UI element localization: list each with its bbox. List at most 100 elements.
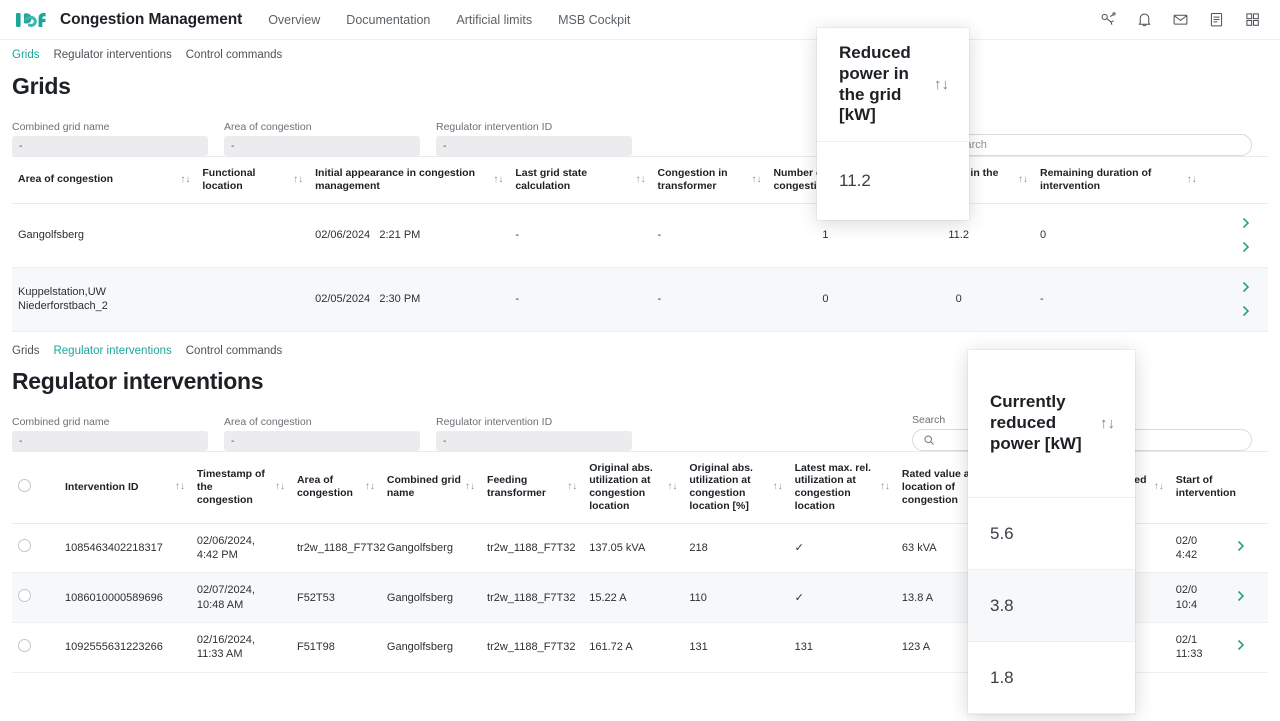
sort-icon[interactable]: ↑↓ — [1100, 416, 1115, 431]
popup-header[interactable]: Reduced power in the grid [kW] ↑↓ — [817, 28, 969, 142]
subtab2-control-commands[interactable]: Control commands — [186, 345, 283, 357]
cell-combined-grid-name: Gangolfsberg — [380, 572, 482, 623]
cell-timestamp: 02/16/2024, 11:33 AM — [190, 622, 291, 673]
filter-input-regulator-intervention-id[interactable]: - — [436, 136, 632, 156]
grids-section: Grids Combined grid name - Area of conge… — [0, 73, 1280, 332]
column-zoom-popup-reduced-power[interactable]: Reduced power in the grid [kW] ↑↓ 11.2 — [817, 28, 969, 220]
col-area-of-congestion[interactable]: Area of congestion ↑↓ — [12, 156, 197, 204]
col-start-of-intervention[interactable]: Start of intervention — [1169, 450, 1236, 524]
sort-icon[interactable]: ↑↓ — [365, 482, 375, 492]
col-feeding-transformer[interactable]: Feeding transformer ↑↓ — [481, 450, 584, 524]
sort-icon[interactable]: ↑↓ — [934, 77, 949, 92]
cell-row-action[interactable] — [1229, 622, 1268, 673]
filter-combined-grid-name: Combined grid name - — [12, 121, 208, 156]
plug-connection-icon[interactable] — [1098, 10, 1118, 30]
filter2-input-combined-grid-name[interactable]: - — [12, 430, 208, 451]
select-all-radio[interactable] — [18, 478, 31, 492]
col-original-abs-utilization[interactable]: Original abs. utilization at congestion … — [583, 450, 684, 524]
sort-icon[interactable]: ↑↓ — [751, 174, 761, 185]
chevron-right-icon[interactable] — [1240, 240, 1252, 254]
column-zoom-popup-currently-reduced-power[interactable]: Currently reduced power [kW] ↑↓ 5.6 3.8 … — [968, 350, 1135, 714]
sort-icon[interactable]: ↑↓ — [1018, 174, 1028, 185]
chevron-right-icon[interactable] — [1235, 589, 1247, 603]
apps-grid-icon[interactable] — [1242, 10, 1262, 30]
col-congestion-in-transformer[interactable]: Congestion in transformer ↑↓ — [651, 156, 768, 204]
primary-nav-links: Overview Documentation Artificial limits… — [268, 13, 630, 27]
icf-logo[interactable] — [14, 9, 50, 31]
col-original-abs-utilization-percent[interactable]: Original abs. utilization at congestion … — [683, 450, 789, 524]
col-label: Functional location — [202, 167, 256, 192]
filter2-input-area-of-congestion[interactable]: - — [224, 430, 420, 451]
subtab2-regulator-interventions[interactable]: Regulator interventions — [53, 345, 171, 357]
table-row[interactable]: Kuppelstation,UW Niederforstbach_2 02/05… — [12, 267, 1268, 332]
sort-icon[interactable]: ↑↓ — [275, 482, 285, 492]
chevron-right-icon[interactable] — [1240, 280, 1252, 294]
col-timestamp-of-congestion[interactable]: Timestamp of the congestion ↑↓ — [190, 450, 291, 524]
col-combined-grid-name[interactable]: Combined grid name ↑↓ — [380, 450, 482, 524]
grids-filter-row: Combined grid name - Area of congestion … — [12, 112, 1268, 156]
sort-icon[interactable]: ↑↓ — [293, 174, 303, 185]
sort-icon[interactable]: ↑↓ — [773, 482, 783, 492]
timestamp-date: 02/07/2024, — [196, 584, 255, 597]
grids-search-input[interactable]: Search — [922, 134, 1252, 156]
cell-last-grid-state-calculation: - — [509, 267, 652, 332]
col-remaining-duration[interactable]: Remaining duration of intervention ↑↓ — [1034, 156, 1203, 204]
document-icon[interactable] — [1206, 10, 1226, 30]
filter2-input-regulator-intervention-id[interactable]: - — [436, 430, 632, 451]
bell-icon[interactable] — [1134, 10, 1154, 30]
col-intervention-id[interactable]: Intervention ID ↑↓ — [59, 450, 191, 524]
col-latest-max-rel-utilization[interactable]: Latest max. rel. utilization at congesti… — [788, 450, 896, 524]
sort-icon[interactable]: ↑↓ — [1154, 482, 1164, 492]
sort-icon[interactable]: ↑↓ — [880, 482, 890, 492]
cell-row-action[interactable] — [1229, 523, 1268, 574]
col-initial-appearance[interactable]: Initial appearance in congestion managem… — [309, 156, 510, 204]
col-last-grid-state-calculation[interactable]: Last grid state calculation ↑↓ — [509, 156, 652, 204]
cell-row-select[interactable] — [12, 572, 59, 623]
nav-link-overview[interactable]: Overview — [268, 13, 320, 27]
cell-row-action[interactable] — [1202, 203, 1268, 268]
chevron-right-icon[interactable] — [1240, 216, 1252, 230]
sort-icon[interactable]: ↑↓ — [493, 174, 503, 185]
col-label: Original abs. utilization at congestion … — [689, 461, 753, 512]
cell-original-abs-utilization: 137.05 kVA — [583, 523, 684, 574]
chevron-right-icon[interactable] — [1235, 539, 1247, 553]
cell-row-action[interactable] — [1202, 267, 1268, 332]
cell-row-action[interactable] — [1229, 572, 1268, 623]
sort-icon[interactable]: ↑↓ — [175, 482, 185, 492]
cell-area-of-congestion: tr2w_1188_F7T32 — [290, 523, 385, 574]
cell-row-select[interactable] — [12, 622, 59, 673]
cell-congestion-in-transformer: - — [651, 203, 768, 268]
sort-icon[interactable]: ↑↓ — [180, 174, 190, 185]
table-row[interactable]: Gangolfsberg 02/06/2024 2:21 PM - - 1 11… — [12, 203, 1268, 268]
nav-link-artificial-limits[interactable]: Artificial limits — [456, 13, 532, 27]
cell-timestamp: 02/07/2024, 10:48 AM — [190, 572, 291, 623]
popup-header[interactable]: Currently reduced power [kW] ↑↓ — [968, 350, 1135, 498]
sort-icon[interactable]: ↑↓ — [1187, 174, 1197, 185]
col-label: Latest max. rel. utilization at congesti… — [794, 461, 872, 512]
row-select-radio[interactable] — [18, 589, 31, 603]
chevron-right-icon[interactable] — [1240, 304, 1252, 318]
subtab2-grids[interactable]: Grids — [12, 345, 39, 357]
filter-area-of-congestion: Area of congestion - — [224, 121, 420, 156]
row-select-radio[interactable] — [18, 638, 31, 652]
sort-icon[interactable]: ↑↓ — [636, 174, 646, 185]
filter2-area-of-congestion: Area of congestion - — [224, 416, 420, 451]
nav-link-msb-cockpit[interactable]: MSB Cockpit — [558, 13, 630, 27]
sort-icon[interactable]: ↑↓ — [567, 482, 577, 492]
filter-input-combined-grid-name[interactable]: - — [12, 136, 208, 156]
nav-link-documentation[interactable]: Documentation — [346, 13, 430, 27]
subtab-regulator-interventions[interactable]: Regulator interventions — [53, 49, 171, 61]
mail-icon[interactable] — [1170, 10, 1190, 30]
subtab-grids[interactable]: Grids — [12, 49, 39, 61]
col-select-all[interactable] — [12, 450, 59, 524]
chevron-right-icon[interactable] — [1235, 638, 1247, 652]
row-select-radio[interactable] — [18, 539, 31, 553]
sort-icon[interactable]: ↑↓ — [667, 482, 677, 492]
col-functional-location[interactable]: Functional location ↑↓ — [196, 156, 310, 204]
cell-initial-appearance: 02/05/2024 2:30 PM — [309, 267, 510, 332]
sort-icon[interactable]: ↑↓ — [465, 482, 475, 492]
subtab-control-commands[interactable]: Control commands — [186, 49, 283, 61]
col-area-of-congestion[interactable]: Area of congestion ↑↓ — [290, 450, 381, 524]
cell-row-select[interactable] — [12, 523, 59, 574]
filter-input-area-of-congestion[interactable]: - — [224, 136, 420, 156]
